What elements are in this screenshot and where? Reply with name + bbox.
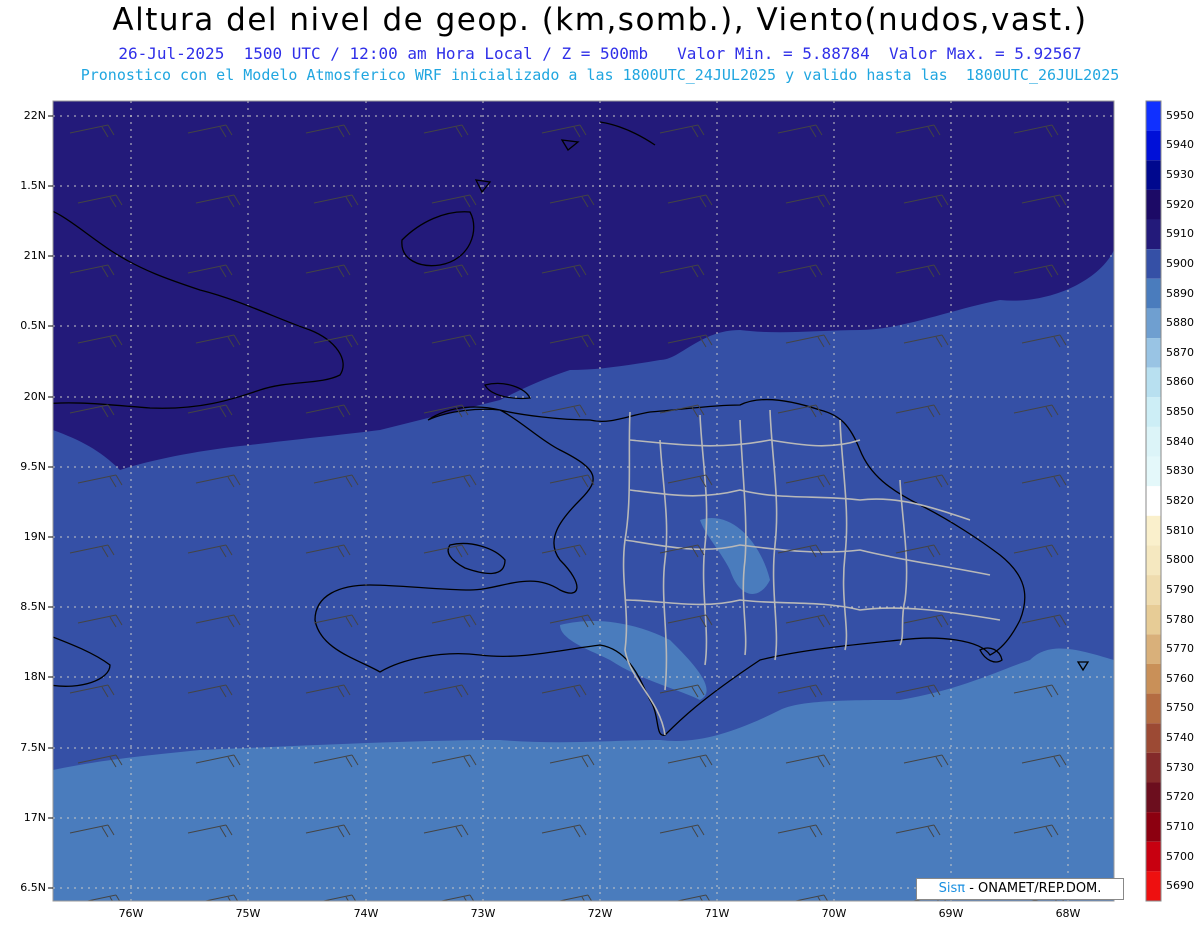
- colorbar-label: 5750: [1166, 701, 1194, 715]
- colorbar-cell: [1146, 367, 1161, 398]
- colorbar-label: 5890: [1166, 286, 1194, 300]
- colorbar-cell: [1146, 812, 1161, 842]
- lon-label: 73W: [470, 907, 496, 920]
- colorbar-label: 5930: [1166, 168, 1194, 182]
- colorbar-label: 5690: [1166, 879, 1194, 893]
- lon-label: 75W: [235, 907, 261, 920]
- colorbar-label: 5860: [1166, 375, 1194, 389]
- lat-label: 19N: [23, 530, 46, 543]
- colorbar-label: 5950: [1166, 108, 1194, 122]
- colorbar-cell: [1146, 486, 1161, 516]
- colorbar-label: 5880: [1166, 316, 1194, 330]
- colorbar-cell: [1146, 515, 1161, 546]
- colorbar-label: 5720: [1166, 790, 1194, 804]
- lat-label: 1.5N: [20, 179, 46, 192]
- lat-label: 20N: [23, 390, 46, 403]
- lat-label: 21N: [23, 249, 46, 262]
- colorbar-label: 5730: [1166, 760, 1194, 774]
- colorbar-cell: [1146, 278, 1161, 309]
- lon-label: 69W: [938, 907, 964, 920]
- colorbar-cell: [1146, 160, 1161, 190]
- colorbar: [1145, 100, 1162, 902]
- colorbar-cell: [1146, 130, 1161, 161]
- colorbar-label: 5700: [1166, 849, 1194, 863]
- colorbar-label: 5910: [1166, 227, 1194, 241]
- colorbar-cell: [1146, 456, 1161, 487]
- colorbar-label: 5940: [1166, 138, 1194, 152]
- lon-label: 71W: [704, 907, 730, 920]
- colorbar-cell: [1146, 101, 1161, 131]
- colorbar-label: 5770: [1166, 642, 1194, 656]
- lon-label: 68W: [1055, 907, 1081, 920]
- colorbar-cell: [1146, 752, 1161, 783]
- colorbar-cell: [1146, 871, 1161, 901]
- lat-label: 6.5N: [20, 881, 46, 894]
- colorbar-cell: [1146, 426, 1161, 457]
- colorbar-label: 5780: [1166, 612, 1194, 626]
- colorbar-label: 5710: [1166, 819, 1194, 833]
- colorbar-cell: [1146, 841, 1161, 872]
- colorbar-label: 5740: [1166, 731, 1194, 745]
- sispi-logo: Sisπ: [938, 881, 966, 896]
- colorbar-cell: [1146, 575, 1161, 605]
- credit-text: - ONAMET/REP.DOM.: [965, 881, 1102, 896]
- lat-label: 9.5N: [20, 460, 46, 473]
- colorbar-label: 5790: [1166, 582, 1194, 596]
- tick-marks: [48, 115, 53, 889]
- colorbar-cell: [1146, 782, 1161, 813]
- lon-label: 70W: [821, 907, 847, 920]
- colorbar-cell: [1146, 663, 1161, 694]
- lat-label: 7.5N: [20, 741, 46, 754]
- credit-box: Sisπ - ONAMET/REP.DOM.: [916, 878, 1124, 900]
- lat-label: 0.5N: [20, 319, 46, 332]
- lat-label: 22N: [23, 109, 46, 122]
- colorbar-cell: [1146, 219, 1161, 250]
- colorbar-cell: [1146, 723, 1161, 753]
- colorbar-cell: [1146, 338, 1161, 368]
- colorbar-cell: [1146, 693, 1161, 724]
- colorbar-label: 5830: [1166, 464, 1194, 478]
- lat-label: 18N: [23, 670, 46, 683]
- lat-label: 17N: [23, 811, 46, 824]
- colorbar-cell: [1146, 545, 1161, 576]
- lon-label: 72W: [587, 907, 613, 920]
- colorbar-cell: [1146, 634, 1161, 664]
- colorbar-cell: [1146, 397, 1161, 427]
- colorbar-label: 5760: [1166, 671, 1194, 685]
- colorbar-cell: [1146, 249, 1161, 279]
- lat-label: 8.5N: [20, 600, 46, 613]
- colorbar-label: 5800: [1166, 553, 1194, 567]
- colorbar-label: 5870: [1166, 345, 1194, 359]
- colorbar-label: 5850: [1166, 405, 1194, 419]
- colorbar-label: 5820: [1166, 494, 1194, 507]
- lon-label: 76W: [118, 907, 144, 920]
- colorbar-cell: [1146, 308, 1161, 339]
- colorbar-label: 5920: [1166, 197, 1194, 211]
- forecast-map: [48, 100, 1162, 902]
- colorbar-cell: [1146, 189, 1161, 220]
- lon-label: 74W: [353, 907, 379, 920]
- colorbar-cell: [1146, 604, 1161, 635]
- colorbar-label: 5900: [1166, 256, 1194, 270]
- colorbar-label: 5840: [1166, 434, 1194, 448]
- colorbar-label: 5810: [1166, 523, 1194, 537]
